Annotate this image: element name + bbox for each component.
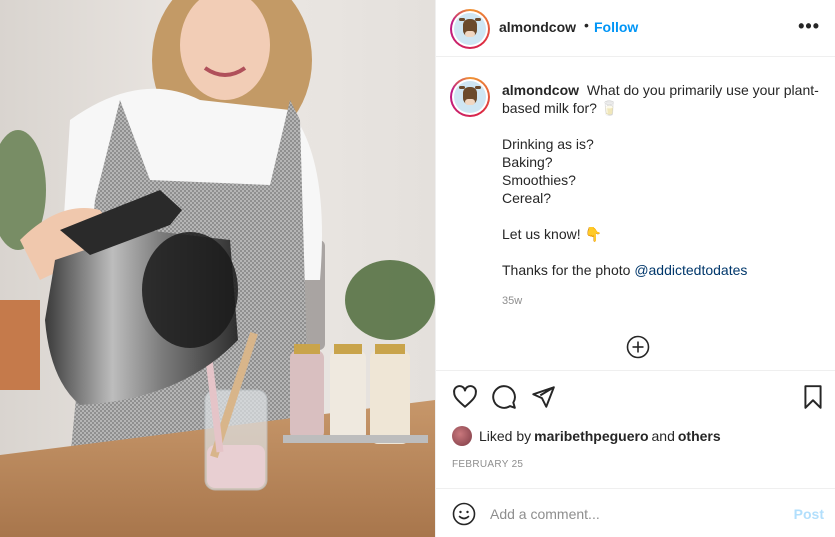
liker-username[interactable]: maribethpeguero — [534, 428, 648, 444]
action-bar — [436, 372, 835, 422]
comment-input[interactable] — [490, 502, 780, 526]
post-header: almondcow • Follow ••• — [436, 0, 835, 57]
caption-option: Smoothies? — [502, 172, 576, 188]
paper-plane-icon[interactable] — [530, 384, 556, 410]
smiley-icon[interactable] — [452, 502, 476, 526]
mention-link[interactable]: @addictedtodates — [634, 262, 747, 278]
likes-middle: and — [651, 428, 675, 444]
likes-summary: Liked by maribethpeguero and others — [452, 426, 721, 446]
likes-others-link[interactable]: others — [678, 428, 721, 444]
avatar[interactable] — [450, 9, 490, 49]
caption-option: Baking? — [502, 154, 553, 170]
add-circle-icon[interactable] — [626, 335, 650, 359]
follow-button[interactable]: Follow — [594, 19, 638, 35]
bookmark-icon[interactable] — [800, 384, 826, 410]
post-comment-button[interactable]: Post — [794, 506, 824, 522]
heart-icon[interactable] — [452, 384, 478, 410]
post-photo[interactable] — [0, 0, 435, 537]
caption-text: almondcow What do you primarily use your… — [502, 81, 822, 279]
photo-woman-pouring-milk — [0, 0, 435, 537]
liker-avatar[interactable] — [452, 426, 472, 446]
comment-bubble-icon[interactable] — [491, 384, 517, 410]
post-date[interactable]: FEBRUARY 25 — [452, 459, 523, 470]
separator-dot: • — [584, 17, 589, 33]
comment-bar: Post — [436, 488, 835, 537]
caption-username[interactable]: almondcow — [502, 82, 579, 98]
caption-section: almondcow What do you primarily use your… — [436, 57, 835, 371]
caption-option: Drinking as is? — [502, 136, 594, 152]
post-side-panel: almondcow • Follow ••• almondcow What do… — [435, 0, 835, 537]
header-username[interactable]: almondcow — [499, 19, 576, 35]
caption-cta: Let us know! 👇 — [502, 226, 602, 242]
cow-logo-icon — [454, 81, 486, 113]
instagram-post: almondcow • Follow ••• almondcow What do… — [0, 0, 835, 537]
caption-thanks: Thanks for the photo — [502, 262, 635, 278]
more-options-icon[interactable]: ••• — [798, 16, 820, 37]
caption-avatar[interactable] — [450, 77, 490, 117]
caption-option: Cereal? — [502, 190, 552, 206]
post-age[interactable]: 35w — [502, 295, 522, 307]
likes-prefix: Liked by — [479, 428, 532, 444]
cow-logo-icon — [454, 13, 486, 45]
